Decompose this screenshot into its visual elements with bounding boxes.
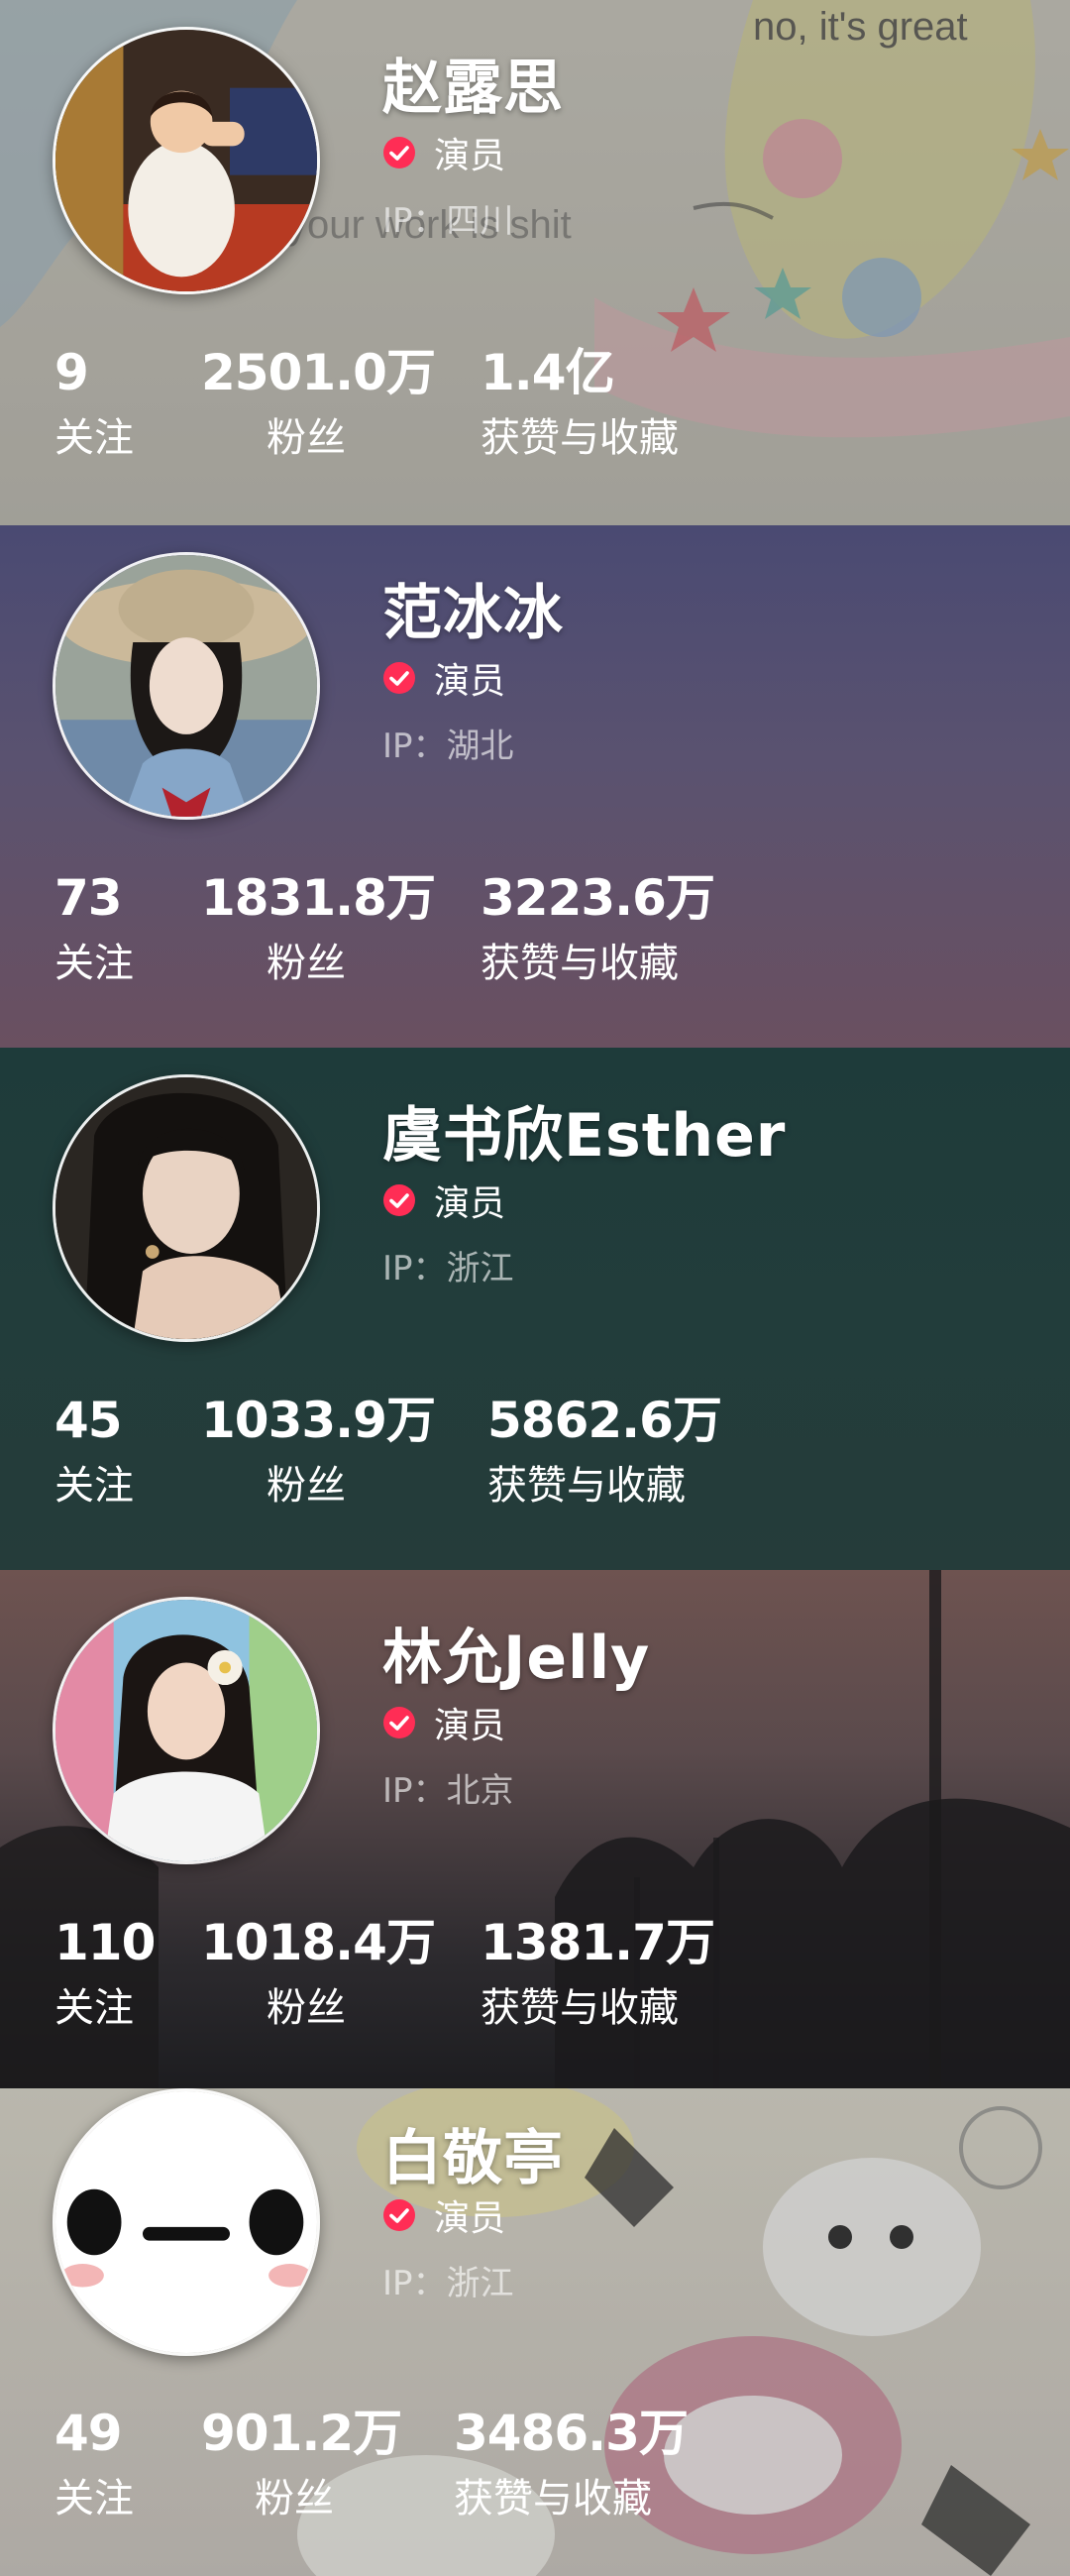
likes-stat[interactable]: 3486.3万 获赞与收藏: [454, 2404, 689, 2526]
avatar-photo: [55, 2091, 317, 2353]
likes-count: 5862.6万: [487, 1392, 722, 1449]
likes-stat[interactable]: 1.4亿 获赞与收藏: [481, 343, 679, 466]
profile-card[interactable]: 虞书欣Esther 演员 IP：浙江 45 关注 1033.9万 粉丝 5862…: [0, 1048, 1070, 1570]
following-label: 关注: [54, 415, 134, 461]
likes-label: 获赞与收藏: [481, 415, 679, 461]
following-stat[interactable]: 45 关注: [54, 1391, 134, 1513]
avatar-photo: [55, 30, 317, 291]
ip-location: IP：湖北: [382, 727, 514, 766]
following-count: 110: [54, 1914, 156, 1971]
following-stat[interactable]: 49 关注: [54, 2404, 134, 2526]
following-stat[interactable]: 110 关注: [54, 1913, 156, 2036]
role-label: 演员: [434, 1183, 506, 1224]
verification-row: 演员: [382, 2193, 505, 2239]
ip-location: IP：四川: [382, 201, 514, 241]
profile-name[interactable]: 赵露思: [382, 40, 564, 126]
profile-card[interactable]: 林允Jelly 演员 IP：北京 110 关注 1018.4万 粉丝 1381.…: [0, 1570, 1070, 2088]
likes-count: 1381.7万: [481, 1914, 715, 1971]
fans-stat[interactable]: 1018.4万 粉丝: [201, 1913, 436, 2036]
avatar[interactable]: [53, 27, 320, 294]
fans-label: 粉丝: [267, 415, 346, 461]
role-label: 演员: [434, 1706, 506, 1746]
avatar-photo: [55, 1600, 317, 1861]
fans-stat[interactable]: 901.2万 粉丝: [201, 2404, 402, 2526]
following-label: 关注: [54, 1463, 134, 1509]
verification-row: 演员: [382, 1701, 505, 1746]
profile-card-list: no, it's great your work is shit 赵露思 演员: [0, 0, 1070, 2576]
profile-card[interactable]: no, it's great your work is shit 赵露思 演员: [0, 0, 1070, 525]
ip-location: IP：北京: [382, 1771, 514, 1811]
fans-label: 粉丝: [255, 2476, 334, 2521]
role-label: 演员: [434, 661, 506, 702]
verified-check-icon: [382, 136, 416, 169]
verification-row: 演员: [382, 1178, 505, 1224]
role-label: 演员: [434, 2198, 506, 2239]
avatar-photo: [55, 555, 317, 817]
ip-location: IP：浙江: [382, 1249, 514, 1288]
likes-label: 获赞与收藏: [481, 941, 679, 986]
ip-location: IP：浙江: [382, 2264, 514, 2303]
verification-row: 演员: [382, 131, 505, 176]
likes-count: 1.4亿: [481, 344, 615, 401]
fans-label: 粉丝: [267, 1985, 346, 2031]
verified-check-icon: [382, 2198, 416, 2232]
fans-count: 2501.0万: [201, 344, 436, 401]
fans-label: 粉丝: [267, 1463, 346, 1509]
verification-row: 演员: [382, 656, 505, 702]
following-count: 49: [54, 2405, 123, 2462]
following-count: 73: [54, 869, 123, 927]
verified-check-icon: [382, 661, 416, 695]
fans-stat[interactable]: 1033.9万 粉丝: [201, 1391, 436, 1513]
avatar[interactable]: [53, 2088, 320, 2356]
following-label: 关注: [54, 2476, 134, 2521]
fans-count: 1018.4万: [201, 1914, 436, 1971]
fans-count: 901.2万: [201, 2405, 402, 2462]
verified-check-icon: [382, 1183, 416, 1217]
fans-stat[interactable]: 1831.8万 粉丝: [201, 868, 436, 991]
likes-label: 获赞与收藏: [487, 1463, 686, 1509]
following-stat[interactable]: 9 关注: [54, 343, 134, 466]
verified-check-icon: [382, 1706, 416, 1739]
following-count: 9: [54, 344, 89, 401]
profile-name[interactable]: 白敬亭: [382, 2110, 564, 2196]
fans-count: 1033.9万: [201, 1392, 436, 1449]
role-label: 演员: [434, 136, 506, 176]
following-label: 关注: [54, 941, 134, 986]
likes-stat[interactable]: 5862.6万 获赞与收藏: [487, 1391, 722, 1513]
likes-stat[interactable]: 1381.7万 获赞与收藏: [481, 1913, 715, 2036]
following-count: 45: [54, 1392, 123, 1449]
profile-name[interactable]: 林允Jelly: [382, 1610, 650, 1696]
fans-label: 粉丝: [267, 941, 346, 986]
avatar[interactable]: [53, 1074, 320, 1342]
likes-count: 3486.3万: [454, 2405, 689, 2462]
likes-label: 获赞与收藏: [481, 1985, 679, 2031]
likes-label: 获赞与收藏: [454, 2476, 652, 2521]
profile-name[interactable]: 范冰冰: [382, 565, 564, 651]
profile-name[interactable]: 虞书欣Esther: [382, 1087, 786, 1174]
likes-count: 3223.6万: [481, 869, 715, 927]
fans-stat[interactable]: 2501.0万 粉丝: [201, 343, 436, 466]
profile-card[interactable]: 范冰冰 演员 IP：湖北 73 关注 1831.8万 粉丝 3223.6万 获赞…: [0, 525, 1070, 1048]
following-stat[interactable]: 73 关注: [54, 868, 134, 991]
likes-stat[interactable]: 3223.6万 获赞与收藏: [481, 868, 715, 991]
following-label: 关注: [54, 1985, 134, 2031]
avatar[interactable]: [53, 1597, 320, 1864]
fans-count: 1831.8万: [201, 869, 436, 927]
avatar[interactable]: [53, 552, 320, 820]
profile-card[interactable]: 白敬亭 演员 IP：浙江 49 关注 901.2万 粉丝 3486.3万 获赞与…: [0, 2088, 1070, 2576]
avatar-photo: [55, 1077, 317, 1339]
